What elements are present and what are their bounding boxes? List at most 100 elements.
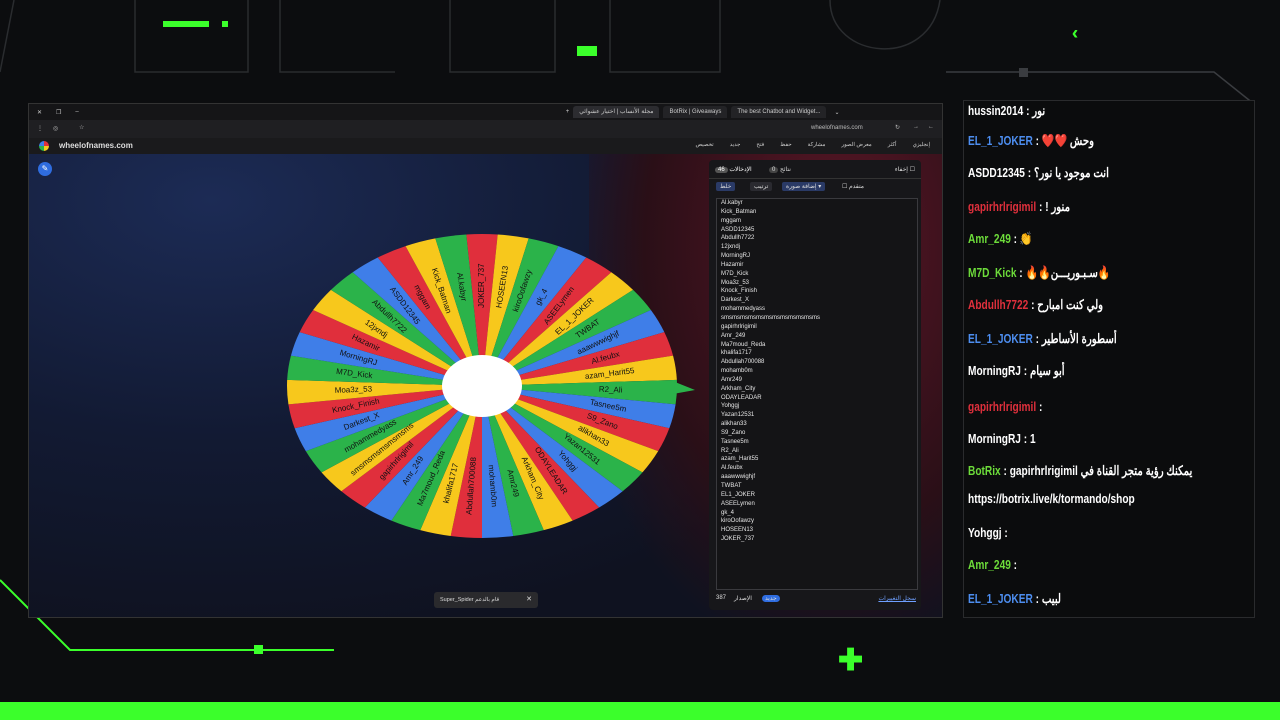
tab-results[interactable]: نتائج 0 — [769, 166, 791, 173]
wheel-center[interactable] — [442, 355, 522, 417]
entry-line: Ma7moud_Reda — [721, 341, 766, 348]
chat-text: وحش ❤️❤️ — [1041, 133, 1094, 148]
chat-username[interactable]: BotRix — [968, 463, 1001, 478]
entry-line: ODAYLEADAR — [721, 394, 762, 401]
entry-line: mohammedyass — [721, 306, 766, 313]
panel-tabs: إخفاء ☐ نتائج 0 الإدخالات 46 — [709, 164, 921, 179]
wheel-slice-label: Moa3z_53 — [335, 384, 373, 395]
chat-text: لبيب — [1041, 591, 1062, 606]
menu-new[interactable]: جديد — [730, 142, 741, 148]
close-window-icon[interactable]: ✕ — [37, 109, 42, 116]
restore-window-icon[interactable]: ❐ — [56, 109, 61, 116]
site-name[interactable]: wheelofnames.com — [59, 141, 133, 150]
chat-message: Amr_249 : 👏 — [968, 231, 1183, 247]
entry-line: Yohggj — [721, 403, 740, 410]
menu-dots-icon[interactable]: ⋮ — [37, 125, 43, 132]
shuffle-button[interactable]: خلط — [716, 182, 736, 191]
panel-footer: 387 الإصدار جديد سجل التغييرات — [716, 595, 916, 605]
menu-gallery[interactable]: معرض الصور — [841, 142, 871, 148]
add-image-button[interactable]: إضافة صورة ▾ — [782, 182, 826, 191]
tab-entries[interactable]: الإدخالات 46 — [715, 166, 752, 173]
chat-username[interactable]: MorningRJ — [968, 431, 1021, 446]
edit-pencil-icon[interactable]: ✎ — [38, 162, 52, 176]
address-bar: ⋮ ◎ ☆ wheelofnames.com ↻ → ← — [29, 120, 942, 139]
chat-username[interactable]: Abdullh7722 — [968, 297, 1028, 312]
chat-separator: : — [1032, 331, 1042, 346]
entry-line: JOKER_737 — [721, 536, 755, 543]
entry-line: gk_4 — [721, 509, 735, 516]
tab-chatbot[interactable]: The best Chatbot and Widget... — [731, 106, 827, 118]
chat-username[interactable]: EL_1_JOKER — [968, 591, 1033, 606]
entry-line: Tasnee5m — [721, 438, 749, 445]
entry-line: Abdullh7722 — [721, 235, 755, 242]
chat-separator: : — [1032, 591, 1042, 606]
chat-username[interactable]: Yohggj — [968, 525, 1002, 540]
chat-username[interactable]: Amr_249 — [968, 557, 1011, 572]
chat-separator: : — [1016, 265, 1026, 280]
chat-text: https://botrix.live/k/tormando/shop — [968, 491, 1135, 506]
entry-line: MorningRJ — [721, 253, 751, 260]
toast-text: Super_Spider قام بالدعم — [440, 597, 500, 603]
chat-separator: : — [1000, 463, 1010, 478]
menu-share[interactable]: مشاركة — [808, 142, 826, 148]
chat-username[interactable]: gapirhrlrigimil — [968, 399, 1036, 414]
forward-icon[interactable]: → — [913, 124, 919, 130]
tab-list-icon[interactable]: ⌄ — [834, 109, 839, 116]
star-icon[interactable]: ☆ — [79, 124, 84, 131]
entry-line: EL1_JOKER — [721, 491, 756, 498]
new-tab-button[interactable]: + — [566, 109, 570, 115]
menu-more[interactable]: أكثر — [888, 142, 897, 148]
version-label: الإصدار — [734, 596, 752, 602]
tab-wheel[interactable]: مجلة الأنساب | اختيار عشوائي — [573, 106, 660, 118]
menu-open[interactable]: فتح — [756, 142, 764, 148]
chat-text: 1 — [1029, 431, 1036, 446]
tab-botrix[interactable]: BotRix | Giveaways — [663, 106, 728, 118]
scrollbar[interactable] — [935, 160, 939, 390]
version-number: 387 — [716, 595, 727, 601]
entry-line: Knock_Finish — [721, 288, 758, 295]
advanced-checkbox[interactable]: ☐ متقدم — [842, 183, 864, 190]
chat-message: MorningRJ : أبو سيام — [968, 363, 1183, 379]
minimize-window-icon[interactable]: – — [75, 109, 78, 115]
site-menu: إنجليزي أكثر معرض الصور مشاركة حفظ فتح ج… — [695, 142, 930, 148]
chat-message: Yohggj : — [968, 525, 1183, 540]
chat-text: أبو سيام — [1029, 363, 1065, 378]
entries-textarea[interactable]: Al.kabyr Kick_Batman mggam ASDD12345 Abdullh… — [716, 198, 918, 590]
chat-separator: : — [1024, 165, 1034, 180]
chat-message: M7D_Kick : 🔥سـبـوريـــن🔥🔥 — [968, 265, 1183, 281]
chat-username[interactable]: M7D_Kick — [968, 265, 1016, 280]
toast-close-icon[interactable]: ✕ — [526, 592, 532, 608]
entry-line: ASEELymen — [721, 500, 755, 507]
chat-username[interactable]: MorningRJ — [968, 363, 1021, 378]
new-badge: جديد — [762, 595, 780, 602]
changelog-link[interactable]: سجل التغييرات — [878, 595, 916, 602]
entry-line: Abdullah700088 — [721, 359, 765, 366]
chat-username[interactable]: EL_1_JOKER — [968, 331, 1033, 346]
chat-username[interactable]: EL_1_JOKER — [968, 133, 1033, 148]
entry-line: ASDD12345 — [721, 226, 755, 233]
sort-button[interactable]: ترتيب — [750, 182, 773, 191]
toast-notification: Super_Spider قام بالدعم ✕ — [434, 592, 538, 608]
menu-save[interactable]: حفظ — [780, 142, 791, 148]
tab-bar: ✕ ❐ – + مجلة الأنساب | اختيار عشوائي Bot… — [29, 104, 942, 120]
chat-message: Amr_249 : — [968, 557, 1183, 572]
extensions-icon[interactable]: ◎ — [53, 125, 58, 132]
chat-username[interactable]: ASDD12345 — [968, 165, 1025, 180]
reload-icon[interactable]: ↻ — [895, 124, 900, 131]
url-text[interactable]: wheelofnames.com — [811, 125, 863, 131]
chat-separator: : — [1036, 399, 1043, 414]
hide-panel-checkbox[interactable]: إخفاء ☐ — [895, 166, 915, 173]
chat-username[interactable]: gapirhrlrigimil — [968, 199, 1036, 214]
name-wheel[interactable]: JOKER_737 HOSEEN13 kiroOofawzy gk_4ASEELyme… — [277, 224, 697, 544]
chat-message: ASDD12345 : انت موجود يا نور؟ — [968, 165, 1183, 181]
chat-message: gapirhrlrigimil : منور ! — [968, 199, 1183, 215]
back-icon[interactable]: ← — [928, 124, 934, 130]
menu-language[interactable]: إنجليزي — [913, 142, 930, 148]
chat-text: انت موجود يا نور؟ — [1033, 165, 1109, 180]
entry-line: Darkest_X — [721, 297, 750, 304]
chat-text: 👏 — [1019, 231, 1033, 246]
entry-line: Amr249 — [721, 376, 743, 383]
menu-customize[interactable]: تخصيص — [695, 142, 713, 148]
chat-username[interactable]: hussin2014 — [968, 103, 1023, 118]
chat-username[interactable]: Amr_249 — [968, 231, 1011, 246]
